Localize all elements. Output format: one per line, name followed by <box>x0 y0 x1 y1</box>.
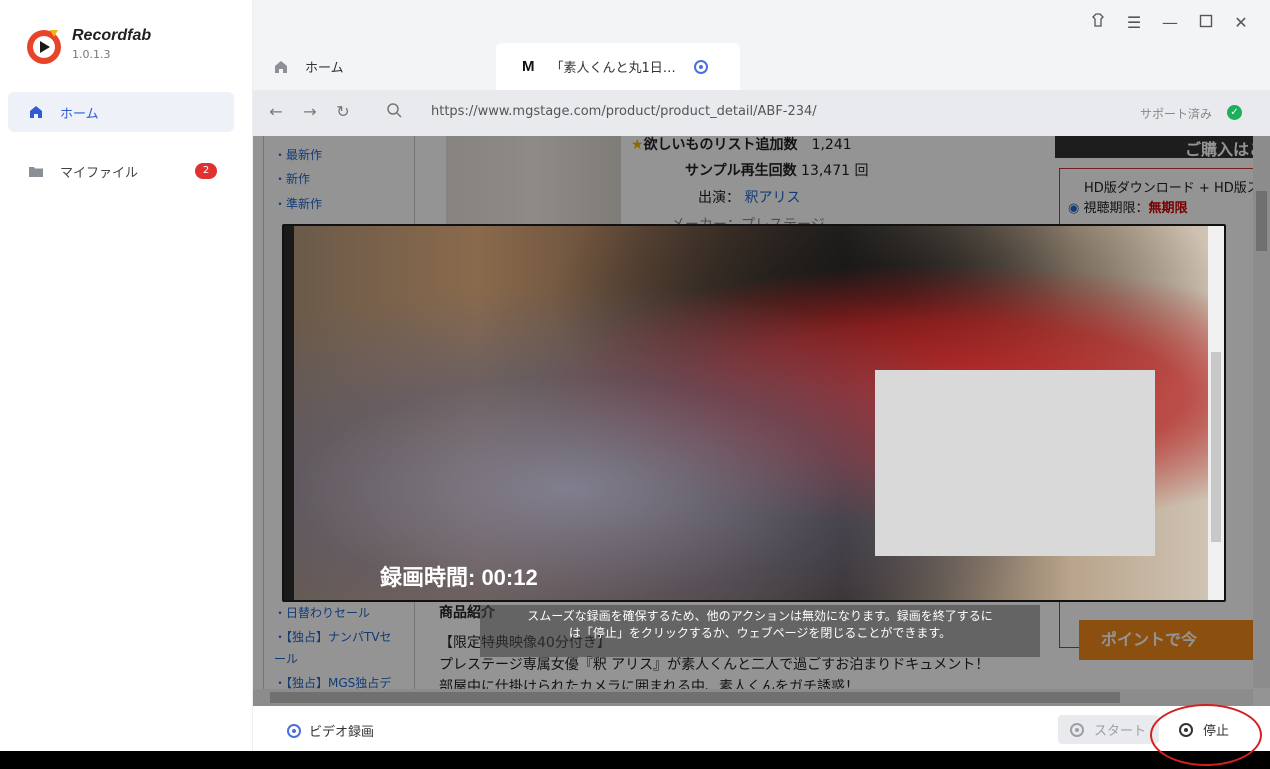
sidebar-item-home[interactable]: ホーム <box>8 92 234 132</box>
home-icon <box>30 106 42 118</box>
back-icon[interactable]: ← <box>266 102 286 122</box>
start-button[interactable]: スタート <box>1058 715 1159 744</box>
count-badge: 2 <box>195 163 217 179</box>
bottom-bar: ビデオ録画 スタート 停止 <box>253 706 1270 751</box>
minimize-icon[interactable]: — <box>1159 12 1181 34</box>
skin-icon[interactable] <box>1087 12 1109 34</box>
app-window: Recordfab 1.0.1.3 ホーム マイファイル 2 ☰ — ✕ ホーム… <box>0 0 1270 751</box>
recordfab-logo-icon <box>27 30 61 64</box>
player-scrollbar[interactable] <box>1208 226 1224 600</box>
blank-region <box>875 370 1155 556</box>
highlight-annotation <box>1150 704 1262 766</box>
tab-label: 「素人くんと丸1日… <box>550 61 676 76</box>
sidebar-item-my-files[interactable]: マイファイル 2 <box>8 151 234 191</box>
support-status: サポート済み <box>1139 107 1212 121</box>
sidebar-item-label: マイファイル <box>60 165 139 181</box>
mgstage-logo-icon: M <box>522 58 535 75</box>
tab-label: ホーム <box>305 61 344 76</box>
app-version: 1.0.1.3 <box>72 48 111 61</box>
reload-icon[interactable]: ↻ <box>333 102 353 122</box>
maximize-icon[interactable] <box>1195 12 1217 34</box>
check-icon: ✓ <box>1227 105 1242 120</box>
record-icon <box>1070 722 1084 737</box>
recording-time: 録画時間: 00:12 <box>380 565 538 590</box>
home-icon <box>275 60 287 73</box>
app-name: Recordfab <box>72 27 152 44</box>
url-input[interactable]: https://www.mgstage.com/product/product_… <box>431 104 817 119</box>
radio-icon <box>287 723 301 738</box>
menu-icon[interactable]: ☰ <box>1123 12 1145 34</box>
video-record-mode[interactable]: ビデオ録画 <box>287 721 374 740</box>
tab-bar: ☰ — ✕ ホーム M 「素人くんと丸1日… <box>253 0 1270 90</box>
search-icon <box>384 102 404 122</box>
address-bar: ← → ↻ https://www.mgstage.com/product/pr… <box>253 90 1270 136</box>
close-icon[interactable]: ✕ <box>1230 12 1252 34</box>
forward-icon[interactable]: → <box>300 102 320 122</box>
mode-label: ビデオ録画 <box>309 725 375 740</box>
sidebar-item-label: ホーム <box>60 106 99 122</box>
sidebar: Recordfab 1.0.1.3 ホーム マイファイル 2 <box>0 0 253 751</box>
recording-notice: スムーズな録画を確保するため、他のアクションは無効になります。録画を終了するに … <box>480 605 1040 657</box>
recording-indicator-icon <box>693 59 708 74</box>
folder-icon <box>29 167 43 177</box>
tab-home[interactable]: ホーム <box>273 43 473 90</box>
video-player <box>282 224 1226 602</box>
tab-product-page[interactable]: M 「素人くんと丸1日… <box>496 43 740 90</box>
